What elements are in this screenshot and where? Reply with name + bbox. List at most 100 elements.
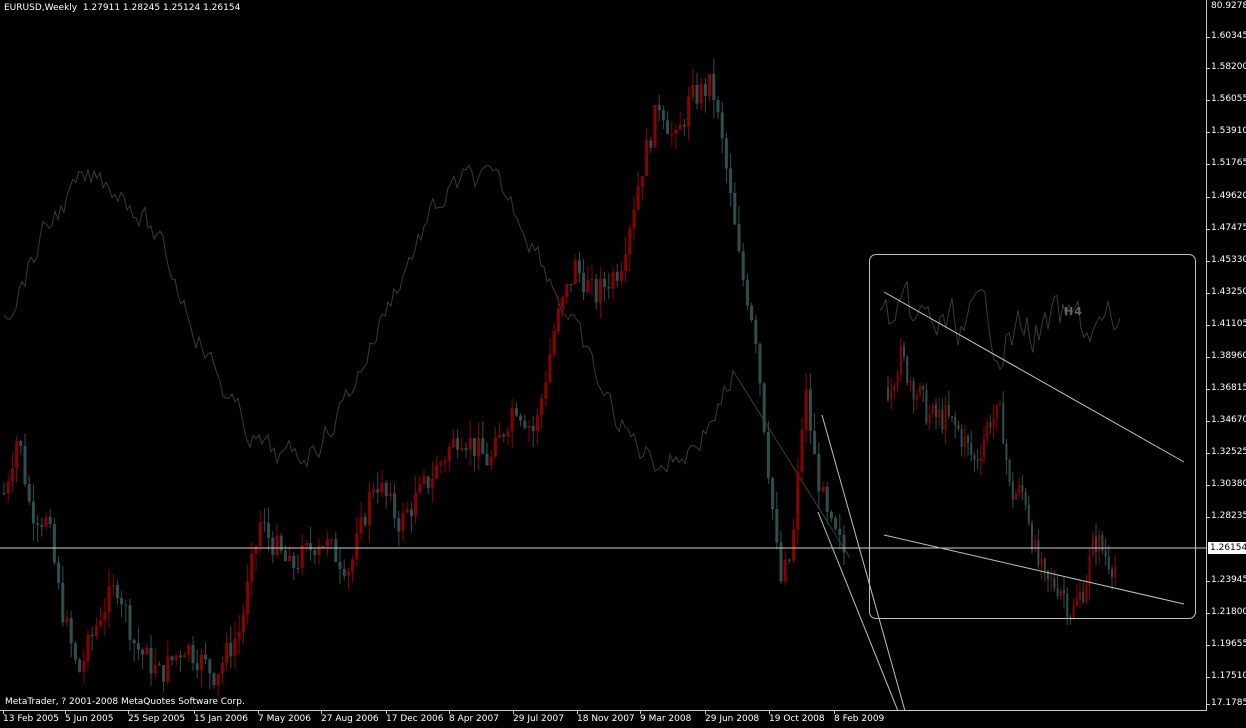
- candle: [94, 617, 98, 641]
- candle: [430, 460, 434, 503]
- price-axis-label: 1.23945: [1211, 575, 1246, 585]
- candle: [754, 314, 758, 353]
- candle: [498, 421, 502, 438]
- candle: [325, 531, 329, 557]
- candle: [640, 175, 644, 200]
- candle: [355, 516, 359, 567]
- candle: [800, 417, 804, 482]
- candle: [23, 433, 27, 487]
- ohlc-values: 1.27911 1.28245 1.25124 1.26154: [82, 3, 241, 13]
- candle: [834, 515, 838, 531]
- candle: [183, 651, 187, 658]
- candle: [645, 128, 649, 177]
- candle: [6, 473, 10, 503]
- candle: [493, 426, 497, 460]
- candle: [598, 266, 602, 319]
- candle: [115, 579, 119, 605]
- candle: [69, 610, 73, 658]
- candle: [124, 599, 128, 623]
- time-axis-label: 18 Nov 2007: [577, 714, 635, 724]
- candle: [762, 382, 766, 435]
- candle: [573, 254, 577, 285]
- candle: [65, 609, 69, 627]
- candle: [628, 224, 632, 272]
- time-axis-label: 9 Mar 2008: [640, 714, 692, 724]
- candle: [586, 266, 590, 294]
- chart-header: EURUSD,Weekly 1.27911 1.28245 1.25124 1.…: [4, 3, 240, 13]
- candle: [590, 264, 594, 297]
- price-axis-label: 1.38960: [1211, 351, 1246, 361]
- candle: [363, 512, 367, 528]
- candle: [145, 643, 149, 655]
- time-tick: [705, 711, 706, 714]
- candle: [695, 72, 699, 110]
- candle: [813, 413, 817, 455]
- candle: [271, 531, 275, 564]
- price-tick: [1207, 100, 1210, 101]
- candle: [817, 442, 821, 510]
- candle: [195, 649, 199, 679]
- time-tick: [640, 711, 641, 714]
- candle: [443, 456, 447, 473]
- price-tick: [1207, 132, 1210, 133]
- candle: [712, 58, 716, 118]
- candle: [687, 86, 691, 141]
- price-axis-label: 1.49620: [1211, 191, 1246, 201]
- candle: [519, 412, 523, 427]
- candle: [523, 414, 527, 430]
- candle: [157, 661, 161, 666]
- time-axis-label: 19 Oct 2008: [769, 714, 825, 724]
- candle: [111, 573, 115, 597]
- candle: [682, 118, 686, 136]
- candle: [451, 429, 455, 449]
- candle: [624, 236, 628, 283]
- candle: [225, 633, 229, 671]
- candle: [460, 436, 464, 452]
- candle: [409, 502, 413, 533]
- candle: [703, 78, 707, 113]
- time-tick: [449, 711, 450, 714]
- time-tick: [258, 711, 259, 714]
- time-axis[interactable]: 13 Feb 2005 5 Jun 2005 25 Sep 2005 15 Jan 2…: [0, 711, 1207, 728]
- time-axis-label: 5 Jun 2005: [65, 714, 114, 724]
- candle: [178, 650, 182, 672]
- price-axis[interactable]: 80.9278 1.60345 1.58200 1.56055 1.53910 1.51…: [1207, 0, 1246, 711]
- candle: [456, 429, 460, 459]
- candle: [775, 491, 779, 550]
- candle: [556, 296, 560, 335]
- time-tick: [3, 711, 4, 714]
- price-axis-label: 1.32525: [1211, 447, 1246, 457]
- candle: [141, 647, 145, 669]
- time-tick: [128, 711, 129, 714]
- h4-label: H4: [1064, 305, 1083, 318]
- candle: [464, 442, 468, 458]
- price-axis-label: 1.34670: [1211, 415, 1246, 425]
- candle: [162, 664, 166, 692]
- price-tick: [1207, 677, 1210, 678]
- candle: [708, 73, 712, 102]
- candle: [174, 654, 178, 667]
- time-axis-label: 25 Sep 2005: [128, 714, 186, 724]
- candle: [611, 265, 615, 301]
- candle: [771, 476, 775, 520]
- candle: [19, 439, 23, 456]
- price-axis-label: 1.47475: [1211, 223, 1246, 233]
- price-axis-label: 1.17510: [1211, 671, 1246, 681]
- time-axis-label: 17 Dec 2006: [386, 714, 444, 724]
- chart-window[interactable]: EURUSD,Weekly 1.27911 1.28245 1.25124 1.…: [0, 0, 1246, 728]
- candle: [380, 469, 384, 498]
- candle: [716, 96, 720, 119]
- candle: [766, 421, 770, 484]
- candle: [468, 420, 472, 466]
- candle: [489, 449, 493, 471]
- candle: [27, 475, 31, 505]
- candle: [90, 626, 94, 652]
- candle: [338, 548, 342, 585]
- price-tick: [1207, 704, 1210, 705]
- plot-area[interactable]: EURUSD,Weekly 1.27911 1.28245 1.25124 1.…: [0, 0, 1207, 711]
- candle: [388, 482, 392, 503]
- candle: [829, 510, 833, 522]
- candle: [52, 518, 56, 566]
- candle: [208, 657, 212, 690]
- candle: [653, 104, 657, 149]
